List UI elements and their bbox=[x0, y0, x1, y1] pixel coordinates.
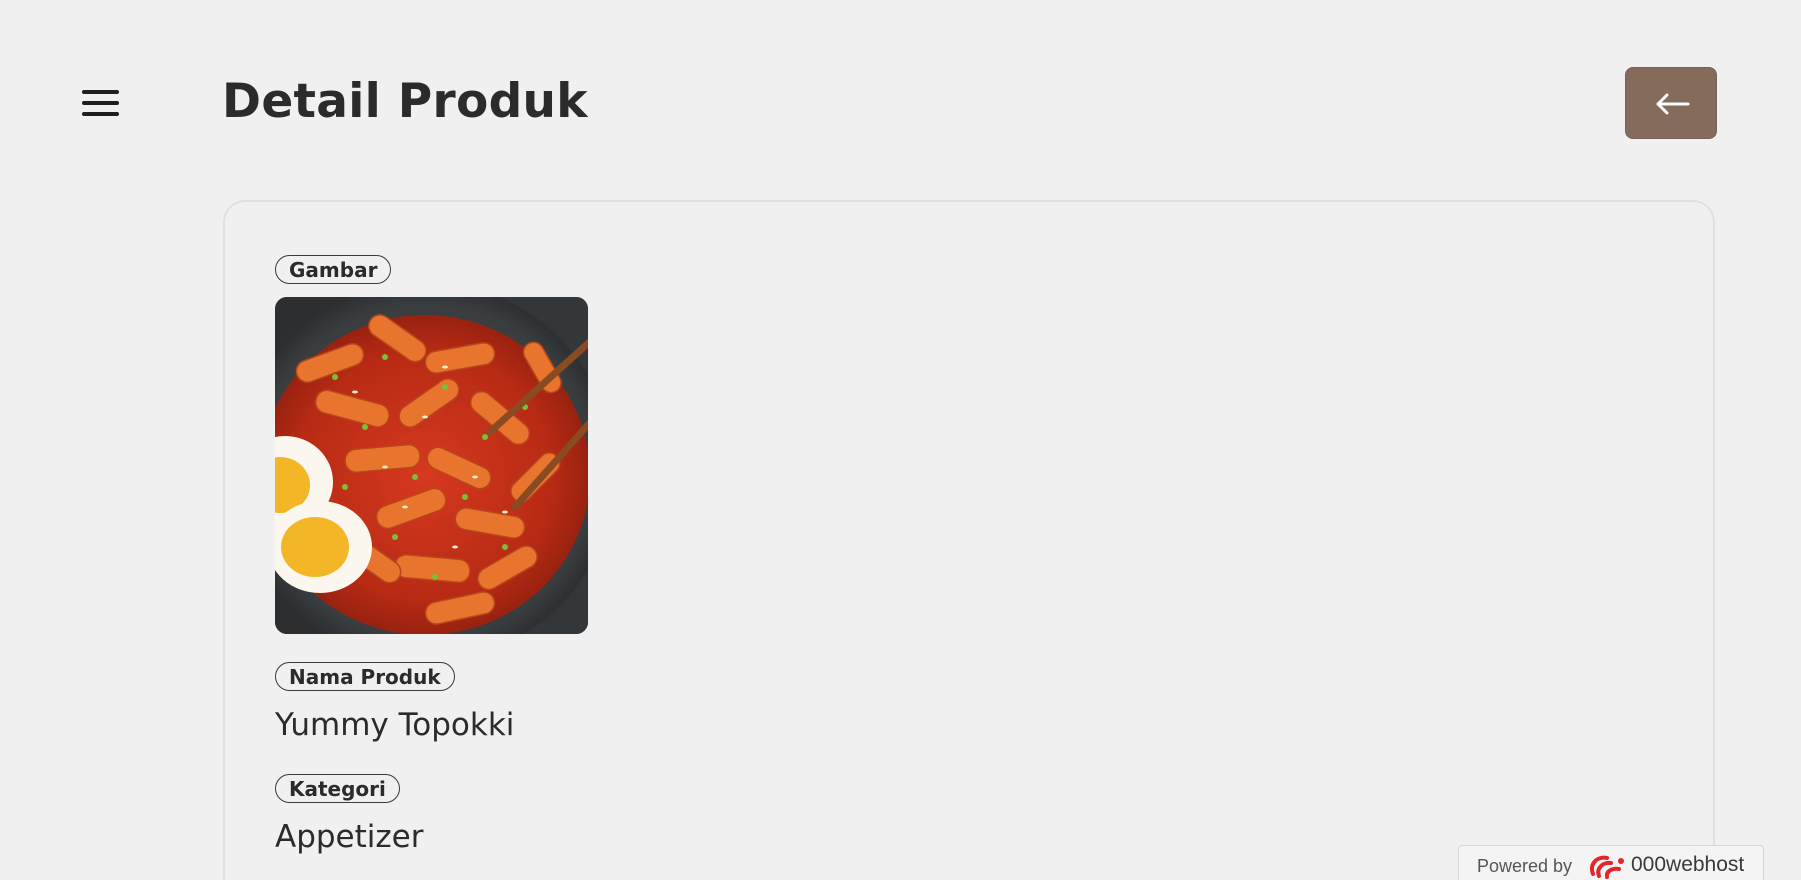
hamburger-menu-icon[interactable] bbox=[80, 87, 124, 121]
product-detail-page: Detail Produk Gambar Nama Produk Yummy T… bbox=[0, 0, 1801, 880]
back-button[interactable] bbox=[1625, 67, 1717, 139]
menu-line bbox=[82, 112, 119, 116]
000webhost-brand: 000webhost bbox=[1631, 853, 1745, 876]
page-title: Detail Produk bbox=[222, 74, 588, 129]
arrow-left-icon bbox=[1656, 93, 1690, 115]
menu-line bbox=[82, 90, 119, 94]
product-name: Yummy Topokki bbox=[275, 707, 515, 743]
image-label: Gambar bbox=[275, 255, 392, 284]
powered-by-badge[interactable]: Powered by 000webhost bbox=[1458, 845, 1764, 880]
000webhost-logo-icon bbox=[1590, 855, 1624, 879]
category-label: Kategori bbox=[275, 774, 400, 803]
product-name-label: Nama Produk bbox=[275, 662, 455, 691]
powered-by-text: Powered by bbox=[1477, 856, 1573, 876]
product-detail-card: Gambar Nama Produk Yummy Topokki Kategor… bbox=[223, 200, 1715, 880]
product-image-illustration bbox=[275, 297, 588, 634]
menu-line bbox=[82, 101, 119, 105]
product-category: Appetizer bbox=[275, 819, 424, 855]
product-image bbox=[275, 297, 588, 634]
